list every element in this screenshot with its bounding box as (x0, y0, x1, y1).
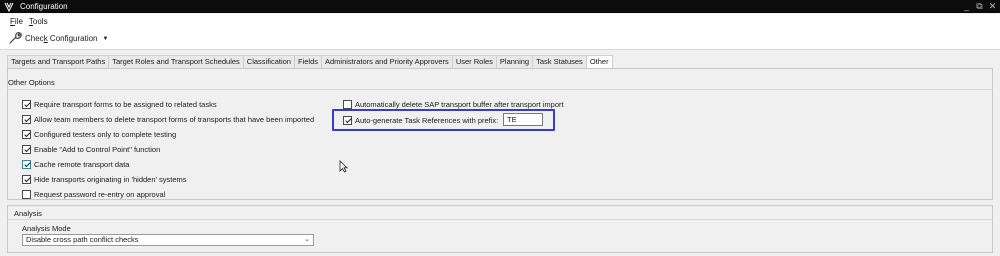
checkbox[interactable] (22, 190, 31, 199)
tab-task-statuses[interactable]: Task Statuses (532, 55, 586, 69)
option-request-password-reentry[interactable]: Request password re-entry on approval (22, 189, 165, 200)
option-auto-generate-task-references[interactable]: Auto-generate Task References with prefi… (343, 115, 498, 126)
wrench-icon (8, 31, 22, 46)
option-configured-testers-only[interactable]: Configured testers only to complete test… (22, 129, 176, 140)
check-configuration-label: Check Configuration (25, 34, 98, 43)
tab-bar: Targets and Transport Paths Target Roles… (7, 55, 613, 70)
option-hide-transports-hidden-systems[interactable]: Hide transports originating in 'hidden' … (22, 174, 187, 185)
app-logo-icon (3, 1, 15, 13)
menu-file[interactable]: File (10, 17, 23, 26)
checkbox[interactable] (343, 100, 352, 109)
toolbar: Check Configuration ▼ (0, 28, 1000, 50)
tab-target-roles[interactable]: Target Roles and Transport Schedules (108, 55, 243, 69)
other-options-title: Other Options (8, 78, 55, 87)
tab-user-roles[interactable]: User Roles (451, 55, 496, 69)
checkbox[interactable] (22, 130, 31, 139)
option-require-transport-forms[interactable]: Require transport forms to be assigned t… (22, 99, 217, 110)
checkbox[interactable] (22, 145, 31, 154)
tab-fields[interactable]: Fields (293, 55, 321, 69)
menu-bar: File Tools (0, 14, 1000, 28)
checkbox[interactable] (22, 100, 31, 109)
option-enable-add-to-control-point[interactable]: Enable "Add to Control Point" function (22, 144, 160, 155)
checkbox[interactable] (343, 116, 352, 125)
option-allow-delete-transport-forms[interactable]: Allow team members to delete transport f… (22, 114, 314, 125)
title-bar: Configuration _ ⧉ ✕ (0, 0, 1000, 13)
tab-planning[interactable]: Planning (495, 55, 533, 69)
tab-targets-and-transport-paths[interactable]: Targets and Transport Paths (7, 55, 109, 69)
chevron-down-icon: ▼ (102, 35, 109, 42)
tab-classification[interactable]: Classification (242, 55, 294, 69)
mouse-cursor-icon (339, 160, 348, 175)
task-reference-prefix-input[interactable] (503, 113, 543, 126)
analysis-title: Analysis (14, 209, 42, 218)
check-configuration-button[interactable]: Check Configuration ▼ (8, 31, 108, 46)
analysis-mode-label: Analysis Mode (22, 224, 71, 233)
chevron-down-icon: ⌄ (304, 236, 310, 243)
menu-tools[interactable]: Tools (29, 17, 48, 26)
tab-administrators[interactable]: Administrators and Priority Approvers (321, 55, 452, 69)
checkbox[interactable] (22, 160, 31, 169)
analysis-mode-select[interactable]: Disable cross path conflict checks ⌄ (22, 234, 314, 246)
close-icon[interactable]: ✕ (988, 1, 997, 11)
window-title: Configuration (20, 2, 68, 11)
checkbox[interactable] (22, 175, 31, 184)
divider (7, 89, 993, 90)
option-cache-remote-transport-data[interactable]: Cache remote transport data (22, 159, 129, 170)
minimize-icon[interactable]: _ (962, 1, 971, 11)
maximize-icon[interactable]: ⧉ (975, 1, 984, 11)
checkbox[interactable] (22, 115, 31, 124)
divider (7, 219, 993, 220)
